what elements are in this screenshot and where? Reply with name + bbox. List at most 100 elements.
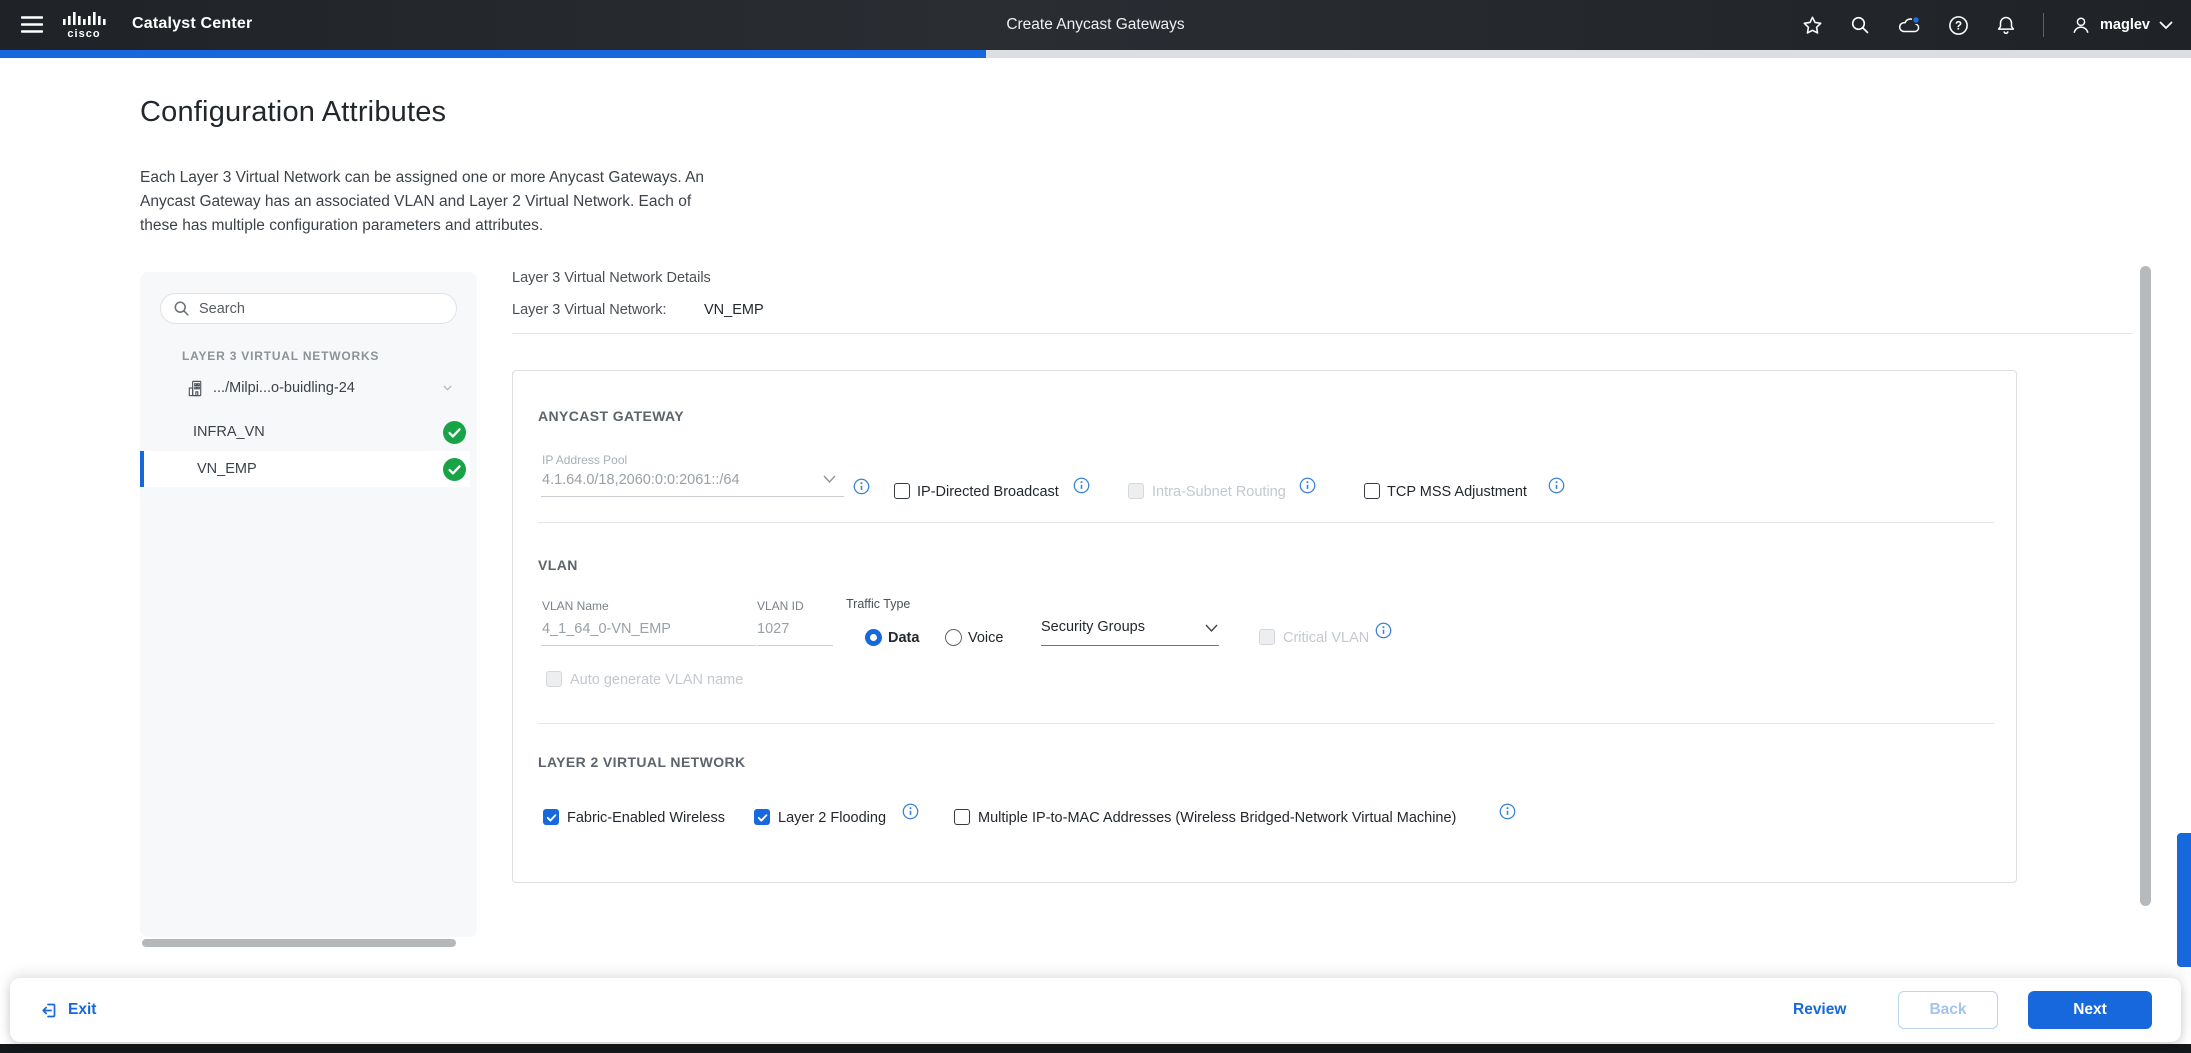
network-field-label: Layer 3 Virtual Network: bbox=[512, 302, 667, 318]
sidebar-search[interactable] bbox=[160, 293, 457, 324]
building-icon bbox=[188, 380, 202, 396]
username: maglev bbox=[2100, 17, 2150, 33]
selected-indicator bbox=[140, 451, 144, 487]
network-name: INFRA_VN bbox=[193, 424, 265, 440]
sidebar-item-infra-vn[interactable]: INFRA_VN bbox=[140, 414, 470, 450]
help-icon[interactable]: ? bbox=[1948, 15, 1969, 36]
cloud-status-icon[interactable] bbox=[1897, 15, 1921, 35]
checkbox-label: Critical VLAN bbox=[1283, 630, 1370, 646]
exit-door-icon bbox=[42, 1003, 56, 1017]
page-description-line: Each Layer 3 Virtual Network can be assi… bbox=[140, 169, 705, 186]
user-menu[interactable]: maglev bbox=[2071, 15, 2173, 35]
svg-text:?: ? bbox=[1955, 20, 1962, 32]
sidebar-horizontal-scrollbar[interactable] bbox=[142, 939, 456, 947]
chevron-down-icon bbox=[2159, 21, 2173, 29]
divider bbox=[512, 333, 2132, 334]
layer2-section-title: LAYER 2 VIRTUAL NETWORK bbox=[538, 754, 746, 770]
chevron-down-icon[interactable] bbox=[1205, 624, 1218, 633]
vlan-name-input: 4_1_64_0-VN_EMP bbox=[542, 621, 671, 637]
edge-panel-tab[interactable] bbox=[2177, 833, 2191, 967]
info-icon[interactable] bbox=[902, 803, 919, 825]
checkbox-label: Intra-Subnet Routing bbox=[1152, 484, 1286, 500]
page-title: Configuration Attributes bbox=[140, 96, 447, 128]
gateway-config-card: ANYCAST GATEWAY IP Address Pool 4.1.64.0… bbox=[512, 370, 2017, 883]
network-field-value: VN_EMP bbox=[704, 302, 764, 318]
network-name: VN_EMP bbox=[197, 461, 257, 477]
input-underline bbox=[757, 645, 833, 646]
review-label: Review bbox=[1793, 1001, 1847, 1018]
chevron-down-icon[interactable] bbox=[443, 385, 452, 391]
checkbox-label: IP-Directed Broadcast bbox=[917, 484, 1059, 500]
divider bbox=[538, 723, 1994, 724]
next-label: Next bbox=[2073, 1001, 2107, 1018]
auto-generate-vlan-checkbox bbox=[546, 671, 562, 687]
favorites-star-icon[interactable] bbox=[1802, 15, 1823, 36]
traffic-voice-radio[interactable] bbox=[945, 629, 962, 646]
vlan-id-input: 1027 bbox=[757, 621, 790, 637]
page-description-line: these has multiple configuration paramet… bbox=[140, 217, 544, 234]
radio-label: Voice bbox=[968, 630, 1004, 646]
window-bottom-edge bbox=[0, 1044, 2191, 1053]
divider bbox=[538, 522, 1994, 523]
search-input[interactable] bbox=[199, 300, 439, 317]
sidebar-item-vn-emp[interactable]: VN_EMP bbox=[140, 451, 470, 487]
site-name: .../Milpi...o-buidling-24 bbox=[213, 380, 355, 396]
ip-pool-label: IP Address Pool bbox=[542, 453, 628, 467]
input-underline bbox=[541, 496, 844, 497]
radio-label: Data bbox=[888, 630, 920, 646]
sidebar-site-item[interactable]: .../Milpi...o-buidling-24 bbox=[186, 374, 460, 402]
vlan-section-title: VLAN bbox=[538, 557, 578, 573]
vlan-name-label: VLAN Name bbox=[542, 599, 609, 613]
footer-action-bar: Exit Review Back Next bbox=[10, 978, 2181, 1042]
security-groups-select[interactable]: Security Groups bbox=[1041, 619, 1145, 635]
fabric-enabled-wireless-checkbox[interactable] bbox=[543, 809, 559, 825]
layer2-flooding-checkbox[interactable] bbox=[754, 809, 770, 825]
critical-vlan-checkbox bbox=[1259, 629, 1275, 645]
complete-check-icon bbox=[443, 421, 466, 449]
info-icon[interactable] bbox=[1499, 803, 1516, 825]
traffic-type-label: Traffic Type bbox=[846, 597, 911, 611]
back-label: Back bbox=[1929, 1001, 1967, 1018]
details-title: Layer 3 Virtual Network Details bbox=[512, 270, 711, 286]
ip-directed-broadcast-checkbox[interactable] bbox=[894, 483, 910, 499]
traffic-data-radio[interactable] bbox=[865, 629, 882, 646]
info-icon[interactable] bbox=[1073, 477, 1090, 499]
exit-button[interactable]: Exit bbox=[40, 978, 96, 1042]
workflow-progress-fill bbox=[0, 50, 986, 58]
notifications-bell-icon[interactable] bbox=[1996, 15, 2016, 36]
input-underline bbox=[541, 645, 756, 646]
info-icon[interactable] bbox=[1299, 477, 1316, 499]
sidebar-section-label: LAYER 3 VIRTUAL NETWORKS bbox=[182, 349, 380, 363]
header-actions: ? maglev bbox=[1802, 0, 2173, 50]
vlan-id-label: VLAN ID bbox=[757, 599, 804, 613]
header-divider bbox=[2043, 13, 2045, 37]
info-icon[interactable] bbox=[853, 478, 870, 500]
info-icon[interactable] bbox=[1548, 477, 1565, 499]
search-icon[interactable] bbox=[1850, 15, 1870, 35]
review-button[interactable]: Review bbox=[1793, 978, 1846, 1042]
back-button: Back bbox=[1898, 991, 1998, 1029]
ip-pool-select-value: 4.1.64.0/18,2060:0:0:2061::/64 bbox=[542, 472, 740, 488]
checkbox-label: Auto generate VLAN name bbox=[570, 672, 744, 688]
user-icon bbox=[2073, 17, 2089, 34]
checkbox-label: Fabric-Enabled Wireless bbox=[567, 810, 725, 826]
info-icon[interactable] bbox=[1375, 622, 1392, 644]
virtual-networks-sidebar bbox=[140, 272, 477, 937]
input-underline bbox=[1041, 645, 1219, 646]
page-description: Each Layer 3 Virtual Network can be assi… bbox=[140, 166, 704, 238]
vertical-scrollbar[interactable] bbox=[2140, 266, 2151, 906]
anycast-gateway-section-title: ANYCAST GATEWAY bbox=[538, 408, 685, 424]
checkbox-label: TCP MSS Adjustment bbox=[1387, 484, 1527, 500]
chevron-down-icon bbox=[823, 475, 836, 484]
complete-check-icon bbox=[443, 458, 466, 486]
multiple-ip-to-mac-checkbox[interactable] bbox=[954, 809, 970, 825]
next-button[interactable]: Next bbox=[2028, 991, 2152, 1029]
page-description-line: Anycast Gateway has an associated VLAN a… bbox=[140, 193, 692, 210]
intra-subnet-routing-checkbox bbox=[1128, 483, 1144, 499]
checkbox-label: Layer 2 Flooding bbox=[778, 810, 887, 826]
tcp-mss-adjustment-checkbox[interactable] bbox=[1364, 483, 1380, 499]
app-header: cisco Catalyst Center Create Anycast Gat… bbox=[0, 0, 2191, 50]
workflow-progress-track bbox=[0, 50, 2191, 58]
exit-label: Exit bbox=[68, 1001, 97, 1018]
search-icon bbox=[174, 301, 189, 316]
